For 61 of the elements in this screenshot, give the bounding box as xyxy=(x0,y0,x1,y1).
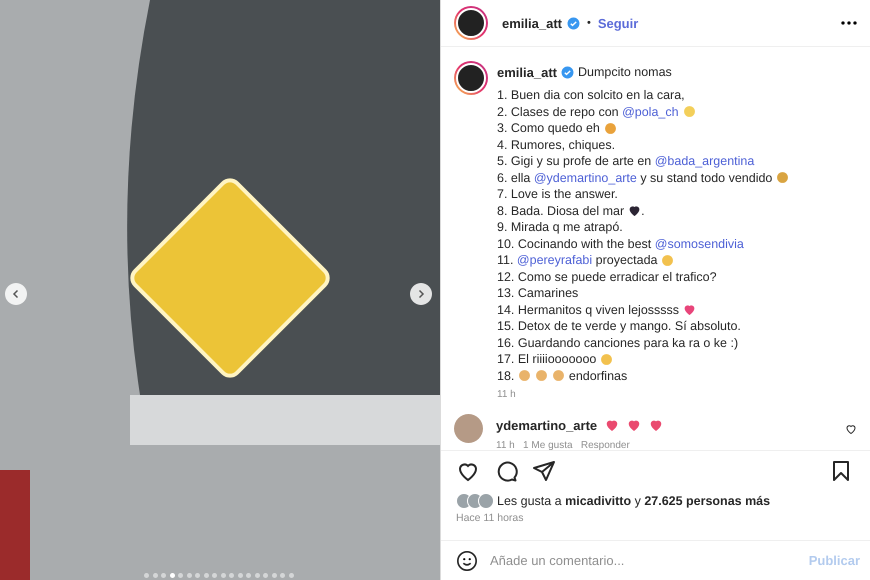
comment-meta: 11 h 1 Me gusta Responder xyxy=(496,440,631,450)
caption-text: 12. Como se puede erradicar el trafico? xyxy=(497,270,717,284)
mention-link[interactable]: @ydemartino_arte xyxy=(534,170,637,185)
carousel-dot[interactable] xyxy=(152,573,158,578)
carousel-dot[interactable] xyxy=(280,573,285,578)
carousel-dot[interactable] xyxy=(254,573,260,578)
profile-avatar[interactable] xyxy=(454,61,488,95)
mention-link[interactable]: @pereyrafabi xyxy=(516,253,592,268)
caption-text: 16. Guardando canciones para ka ra o ke :) xyxy=(497,336,738,350)
post-time: 11 h xyxy=(497,389,517,400)
carousel-dot[interactable] xyxy=(246,573,251,578)
carousel-dot[interactable] xyxy=(186,573,192,578)
follow-button[interactable]: Seguir xyxy=(598,16,638,30)
caption-text: endorfinas xyxy=(568,368,628,383)
caption-text: 13. Camarines xyxy=(497,286,578,300)
caption-text: proyectada xyxy=(594,253,658,268)
carousel-dot[interactable] xyxy=(288,573,294,578)
caption-text: 14. Hermanitos q viven lejosssss xyxy=(497,302,680,317)
like-comment-icon[interactable] xyxy=(845,423,857,435)
carousel-dot[interactable] xyxy=(178,573,183,578)
carousel-dot[interactable] xyxy=(220,573,226,578)
carousel-dot[interactable] xyxy=(263,573,268,578)
carousel-dot[interactable] xyxy=(238,573,242,578)
caption-text: 17. El riiiiooooooo xyxy=(497,352,596,366)
caption-text: 15. Detox de te verde y mango. Sí absoluto. xyxy=(497,319,741,334)
carousel-dot[interactable] xyxy=(229,573,234,578)
post-date: Hace 11 horas xyxy=(455,511,525,526)
share-icon[interactable] xyxy=(532,459,556,483)
carousel-dot[interactable] xyxy=(272,573,276,578)
caption-text: 6. ella xyxy=(497,170,532,185)
commenter-avatar[interactable] xyxy=(454,414,483,443)
caption-text: 8. Bada. Diosa del mar xyxy=(497,204,624,218)
caption-text: 7. Love is the answer. xyxy=(497,187,618,202)
caption-text: 2. Clases de repo con xyxy=(497,104,620,119)
caption-text: 1. Buen dia con solcito en la cara, xyxy=(497,88,685,102)
username-link[interactable]: emilia_att xyxy=(502,16,562,30)
carousel-dot[interactable] xyxy=(212,573,217,578)
caption-title: Dumpcito nomas xyxy=(578,65,672,79)
mention-link[interactable]: @pola_ch xyxy=(622,104,679,119)
caption-text: . xyxy=(641,204,645,218)
carousel-dot[interactable] xyxy=(204,573,208,578)
caption-text: 4. Rumores, chiques. xyxy=(497,138,616,152)
caption-text: y su stand todo vendido xyxy=(639,170,772,185)
caption-text: 18. xyxy=(497,368,514,383)
carousel-dot[interactable] xyxy=(170,573,174,578)
mention-link[interactable]: @somosendivia xyxy=(654,236,744,251)
caption-text: 11. xyxy=(497,253,514,268)
mention-link[interactable]: @bada_argentina xyxy=(654,154,754,168)
caption-text: 3. Como quedo eh xyxy=(497,121,600,136)
username-link[interactable]: emilia_att xyxy=(497,64,557,80)
profile-avatar[interactable] xyxy=(454,6,488,40)
caption-text: 5. Gigi y su profe de arte en xyxy=(497,154,652,168)
carousel-dot[interactable] xyxy=(195,573,200,578)
username-link[interactable]: ydemartino_arte xyxy=(496,418,598,432)
carousel-dot[interactable] xyxy=(144,573,149,578)
emoji-picker-icon[interactable] xyxy=(456,550,478,572)
caption-text: 9. Mirada q me atrapó. xyxy=(497,220,623,234)
carousel-dot[interactable] xyxy=(161,573,166,578)
separator-dot: • xyxy=(586,17,591,29)
caption-text: 10. Cocinando with the best xyxy=(497,236,652,251)
likes-text[interactable]: Les gusta a micadivitto y 27.625 personas más xyxy=(497,494,770,508)
